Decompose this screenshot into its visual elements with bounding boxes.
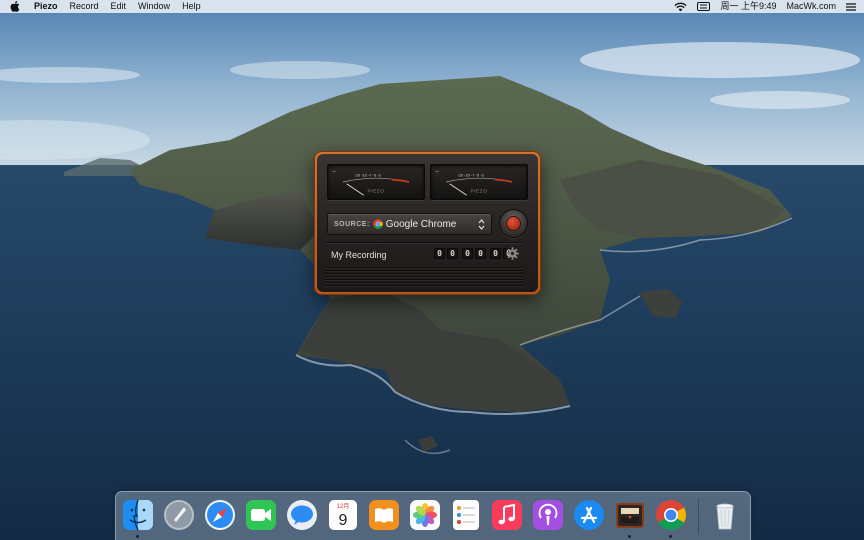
- photos-icon[interactable]: [408, 498, 442, 532]
- vu-brand-right: PIEZO: [471, 188, 488, 194]
- piezo-window[interactable]: ‒ -20 -10 -7 -5 -3 PIEZO ‒ -20 -10 -7 -5…: [314, 151, 541, 295]
- vu-scale-right: -20 -10 -7 -5 -3: [457, 172, 484, 177]
- running-indicator: [136, 535, 139, 538]
- finder-icon[interactable]: [121, 498, 155, 532]
- menubar-site-text: MacWk.com: [786, 1, 837, 11]
- vu-scale-left: -20 -10 -7 -5 -3: [354, 172, 381, 177]
- apple-icon[interactable]: [10, 1, 20, 12]
- gear-icon[interactable]: [506, 247, 519, 260]
- menu-window[interactable]: Window: [132, 0, 176, 13]
- input-method-icon[interactable]: [697, 2, 711, 11]
- timer-digit: 0: [434, 248, 445, 259]
- wifi-icon[interactable]: [674, 2, 688, 12]
- recording-name[interactable]: My Recording: [331, 250, 387, 260]
- running-indicator: [669, 535, 672, 538]
- menu-edit[interactable]: Edit: [105, 0, 133, 13]
- piezo-icon[interactable]: [613, 498, 647, 532]
- recording-timer: 0 0 0 0 0 0: [434, 248, 516, 259]
- source-label: SOURCE:: [334, 220, 370, 228]
- messages-icon[interactable]: [285, 498, 319, 532]
- books-icon[interactable]: [367, 498, 401, 532]
- divider: [325, 242, 523, 243]
- chrome-icon: [373, 219, 383, 229]
- source-value: Google Chrome: [385, 218, 457, 230]
- record-dot-icon: [507, 217, 520, 230]
- menu-list-icon[interactable]: [846, 2, 856, 11]
- chevron-updown-icon: [478, 218, 485, 230]
- record-button[interactable]: [499, 209, 528, 238]
- reminders-icon[interactable]: [449, 498, 483, 532]
- facetime-icon[interactable]: [244, 498, 278, 532]
- menu-app-name[interactable]: Piezo: [28, 0, 64, 13]
- timer-digit: 0: [490, 248, 501, 259]
- menubar-clock[interactable]: 周一 上午9:49: [720, 0, 776, 13]
- dock: 12月 9: [115, 491, 751, 540]
- piezo-panel: ‒ -20 -10 -7 -5 -3 PIEZO ‒ -20 -10 -7 -5…: [317, 154, 538, 292]
- menu-bar: Piezo Record Edit Window Help 周一 上午9:49 …: [0, 0, 864, 13]
- podcasts-icon[interactable]: [531, 498, 565, 532]
- menu-help[interactable]: Help: [176, 0, 207, 13]
- menu-record[interactable]: Record: [64, 0, 105, 13]
- trash-icon[interactable]: [708, 498, 742, 532]
- svg-text:‒: ‒: [436, 169, 440, 175]
- speaker-grille: [325, 267, 523, 289]
- svg-text:‒: ‒: [333, 169, 337, 175]
- safari-icon[interactable]: [203, 498, 237, 532]
- timer-digit: 0: [475, 248, 486, 259]
- vu-meter-left: ‒ -20 -10 -7 -5 -3 PIEZO: [327, 164, 425, 200]
- calendar-icon[interactable]: 12月 9: [326, 498, 360, 532]
- timer-digit: 0: [462, 248, 473, 259]
- vu-meter-right: ‒ -20 -10 -7 -5 -3 PIEZO: [430, 164, 528, 200]
- launchpad-icon[interactable]: [162, 498, 196, 532]
- app-store-icon[interactable]: [572, 498, 606, 532]
- vu-brand-left: PIEZO: [368, 188, 385, 194]
- calendar-day: 9: [339, 512, 348, 529]
- chrome-icon[interactable]: [654, 498, 688, 532]
- running-indicator: [628, 535, 631, 538]
- timer-digit: 0: [447, 248, 458, 259]
- calendar-month: 12月: [337, 503, 350, 510]
- source-selector[interactable]: SOURCE: Google Chrome: [327, 213, 492, 235]
- dock-separator: [698, 498, 699, 534]
- music-icon[interactable]: [490, 498, 524, 532]
